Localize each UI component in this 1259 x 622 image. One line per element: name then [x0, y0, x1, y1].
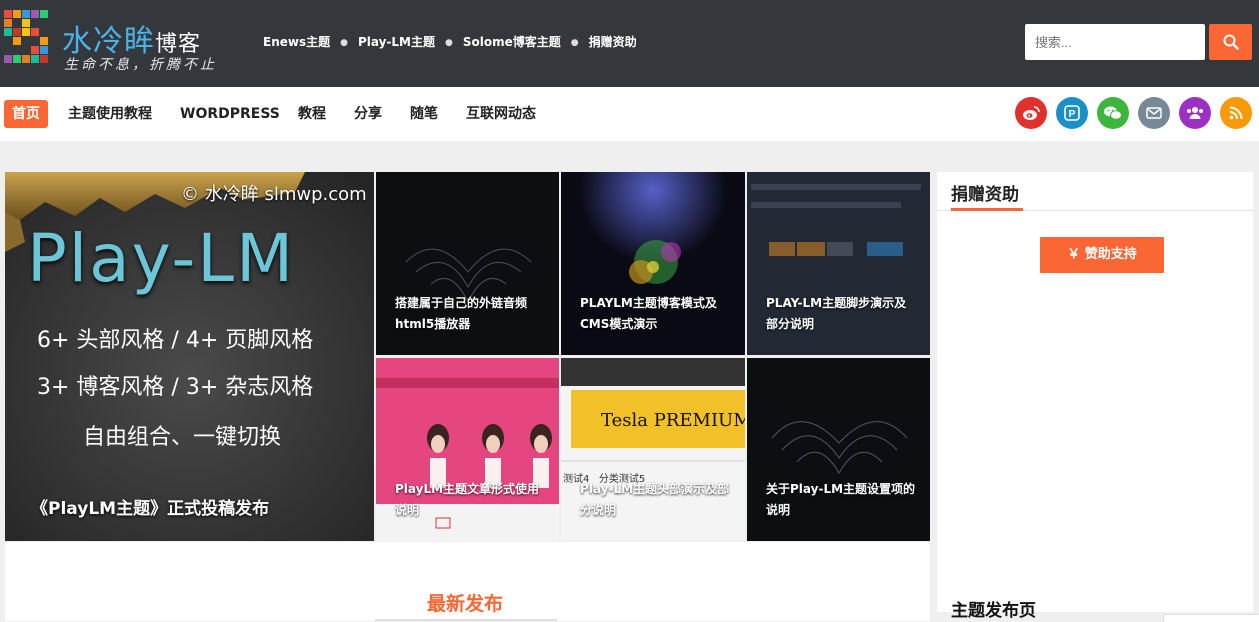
- nav-item-home[interactable]: 首页: [4, 100, 48, 128]
- search-input[interactable]: [1025, 24, 1205, 60]
- weibo-button[interactable]: [1015, 97, 1047, 129]
- feature-line-2: 3+ 博客风格 / 3+ 杂志风格: [37, 375, 314, 400]
- post-card-title: Play-LM主题头部演示及部分说明: [580, 482, 730, 517]
- section-title: 最新发布: [427, 593, 504, 615]
- search-button[interactable]: [1209, 24, 1252, 60]
- mail-icon: [1146, 107, 1162, 119]
- nav-item-share[interactable]: 分享: [354, 100, 382, 128]
- logo-tile: [4, 28, 12, 36]
- logo-tile: [22, 28, 30, 36]
- featured-main-caption[interactable]: 《PlayLM主题》正式投稿发布: [31, 494, 269, 519]
- nav-item-notes[interactable]: 随笔: [410, 100, 438, 128]
- post-card[interactable]: PLAY-LM主题脚步演示及部分说明: [747, 172, 930, 355]
- logo-tile: [4, 19, 12, 27]
- post-card[interactable]: PlayLM主题文章形式使用说明: [376, 358, 559, 541]
- featured-main-card[interactable]: © 水冷眸 slmwp.com Play-LM 6+ 头部风格 / 4+ 页脚风…: [5, 172, 374, 541]
- feature-line-1: 6+ 头部风格 / 4+ 页脚风格: [37, 328, 314, 353]
- widget-title-underline: [951, 208, 1023, 211]
- dot-separator: ●: [570, 37, 579, 48]
- logo-tile: [22, 19, 30, 27]
- post-card[interactable]: Tesla PREMIUM 测试4 分类测试5 Play-LM主题头部演示及部分…: [561, 358, 745, 541]
- nav-item-internet-news[interactable]: 互联网动态: [466, 100, 536, 128]
- logo-tile: [31, 55, 39, 63]
- logo-tile: [40, 37, 48, 45]
- sidebar-donate-widget: 捐赠资助 ￥ 赞助支持: [937, 172, 1253, 612]
- mail-button[interactable]: [1138, 97, 1170, 129]
- nav-item-wordpress[interactable]: WORDPRESS: [180, 100, 280, 128]
- group-icon: [1187, 107, 1203, 119]
- post-card[interactable]: PLAYLM主题博客模式及CMS模式演示: [561, 172, 745, 355]
- feature-line-3: 自由组合、一键切换: [83, 425, 282, 450]
- logo-tile: [22, 55, 30, 63]
- top-link-donate[interactable]: 捐赠资助: [589, 35, 637, 49]
- dot-separator: ●: [445, 37, 453, 48]
- p-icon: P: [1064, 105, 1080, 121]
- group-button[interactable]: [1179, 97, 1211, 129]
- nav-item-tutorials[interactable]: 教程: [298, 100, 326, 128]
- logo-mosaic-icon: [4, 10, 50, 68]
- dot-separator: ●: [340, 37, 348, 48]
- sidebar-widget-title: 主题发布页: [951, 601, 1036, 621]
- search-icon: [1223, 34, 1239, 50]
- watermark-text: © 水冷眸 slmwp.com: [181, 184, 367, 205]
- logo-tile: [40, 10, 48, 18]
- logo-tile: [13, 55, 21, 63]
- top-link-enews[interactable]: Enews主题: [263, 35, 330, 49]
- weibo-icon: [1023, 106, 1040, 120]
- logo-tile: [4, 10, 12, 18]
- donate-button[interactable]: ￥ 赞助支持: [1040, 237, 1164, 273]
- widget-title: 捐赠资助: [951, 185, 1019, 205]
- top-link-solome[interactable]: Solome博客主题: [463, 35, 561, 49]
- brand-text: Play-LM: [27, 220, 296, 297]
- logo-tile: [13, 28, 21, 36]
- post-card[interactable]: 搭建属于自己的外链音频html5播放器: [376, 172, 559, 355]
- logo-tile: [4, 55, 12, 63]
- thumbnail-brand-text: Tesla PREMIUM: [601, 410, 745, 431]
- logo-tile: [13, 37, 21, 45]
- logo-tile: [13, 10, 21, 18]
- wechat-button[interactable]: [1097, 97, 1129, 129]
- site-logo[interactable]: 水冷眸博客 生命不息，折腾不止: [4, 10, 234, 74]
- rss-button[interactable]: [1220, 97, 1252, 129]
- top-header: 水冷眸博客 生命不息，折腾不止 Enews主题 ● Play-LM主题 ● Solome…: [0, 0, 1259, 87]
- top-links: Enews主题 ● Play-LM主题 ● Solome博客主题 ● 捐赠资助: [263, 33, 637, 50]
- logo-tile: [22, 10, 30, 18]
- logo-tile: [31, 46, 39, 54]
- main-nav: 首页 主题使用教程 WORDPRESS 教程 分享 随笔 互联网动态 P: [0, 87, 1259, 141]
- post-card-title: 搭建属于自己的外链音频html5播放器: [395, 296, 528, 331]
- logo-tile: [40, 55, 48, 63]
- post-card-title: PlayLM主题文章形式使用说明: [395, 482, 540, 517]
- post-card-title: PLAY-LM主题脚步演示及部分说明: [766, 296, 907, 331]
- nav-item-theme-tutorials[interactable]: 主题使用教程: [68, 100, 152, 128]
- top-link-playlm[interactable]: Play-LM主题: [358, 35, 435, 49]
- svg-text:P: P: [1069, 109, 1076, 120]
- post-card-title: 关于Play-LM主题设置项的说明: [766, 482, 916, 517]
- site-slogan: 生命不息，折腾不止: [64, 57, 217, 73]
- rss-icon: [1229, 106, 1243, 120]
- post-card-title: PLAYLM主题博客模式及CMS模式演示: [580, 296, 717, 331]
- logo-tile: [40, 46, 48, 54]
- wechat-icon: [1104, 106, 1122, 120]
- logo-tile: [31, 28, 39, 36]
- p-button[interactable]: P: [1056, 97, 1088, 129]
- latest-posts-section: 最新发布: [5, 542, 930, 621]
- logo-tile: [31, 10, 39, 18]
- post-card[interactable]: 关于Play-LM主题设置项的说明: [747, 358, 930, 541]
